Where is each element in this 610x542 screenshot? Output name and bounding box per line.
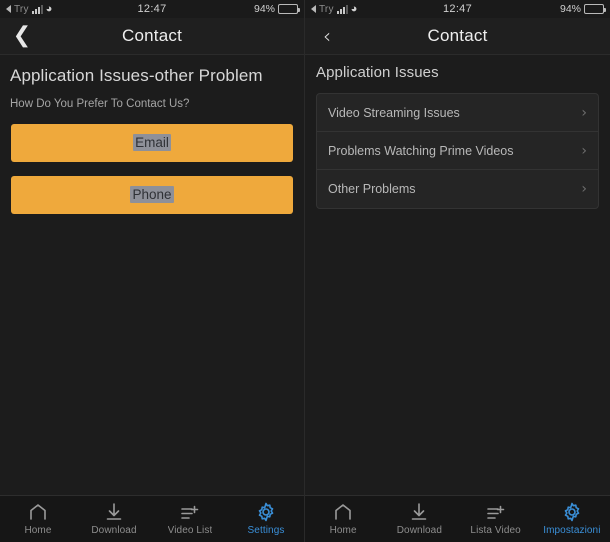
contact-preference-prompt: How Do You Prefer To Contact Us?	[10, 98, 190, 111]
tabbar-right: Home Download Lista Video Impostazioni	[305, 495, 610, 542]
tabbar-left: Home Download Video List Settings	[0, 495, 304, 542]
left-screen: Try ◕ 12:47 94% ❮ Contact Application Is…	[0, 0, 305, 542]
home-icon	[28, 502, 48, 522]
chevron-right-icon: ›	[581, 104, 587, 121]
back-button-right[interactable]: ‹	[305, 18, 349, 55]
email-button[interactable]: Email	[11, 124, 293, 163]
titlebar-right: ‹ Contact	[305, 18, 610, 55]
tab-settings-label-right: Impostazioni	[543, 525, 601, 536]
page-title-right: Contact	[427, 26, 488, 45]
battery-icon	[278, 4, 300, 14]
list-item-label: Other Problems	[328, 182, 416, 196]
page-title-left: Contact	[122, 26, 182, 45]
tab-video-list-left[interactable]: Video List	[152, 496, 228, 542]
list-item-label: Video Streaming Issues	[328, 105, 460, 120]
titlebar-left: ❮ Contact	[0, 18, 304, 55]
status-clock-right: 12:47	[442, 3, 473, 15]
issue-list: Video Streaming Issues › Problems Watchi…	[316, 93, 599, 209]
add-to-list-icon	[179, 502, 201, 522]
tab-download-left[interactable]: Download	[76, 496, 152, 542]
tab-settings-right[interactable]: Impostazioni	[534, 496, 610, 542]
tab-video-list-label-left: Video List	[167, 525, 213, 536]
tab-download-label-right: Download	[396, 525, 443, 536]
chevron-right-icon: ›	[581, 181, 587, 197]
tab-home-left[interactable]: Home	[0, 496, 76, 542]
tab-settings-label-left: Settings	[247, 525, 285, 536]
tab-settings-left[interactable]: Settings	[228, 496, 304, 542]
download-icon	[104, 502, 124, 522]
issue-heading-left: Application Issues-other Problem	[10, 66, 263, 85]
tab-download-right[interactable]: Download	[381, 496, 457, 542]
tab-video-list-label-right: Lista Video	[470, 525, 521, 536]
tab-video-list-right[interactable]: Lista Video	[458, 496, 534, 542]
status-bar-right: Try ◕ 12:47 94%	[305, 0, 610, 18]
status-bar-left: Try ◕ 12:47 94%	[0, 0, 304, 18]
tab-home-label-right: Home	[329, 525, 357, 536]
add-to-list-icon	[485, 502, 507, 522]
list-item[interactable]: Other Problems ›	[317, 170, 598, 208]
list-item-label: Problems Watching Prime Videos	[328, 143, 514, 158]
phone-button-label: Phone	[130, 186, 174, 204]
content-left: Application Issues-other Problem How Do …	[0, 55, 304, 495]
status-clock: 12:47	[137, 3, 167, 15]
back-button-left[interactable]: ❮	[0, 18, 44, 55]
right-screen: Try ◕ 12:47 94% ‹ Contact Application Is…	[305, 0, 610, 542]
tab-home-label-left: Home	[24, 525, 52, 536]
content-right: Application Issues Video Streaming Issue…	[305, 55, 610, 495]
issue-heading-right: Application Issues	[316, 64, 439, 81]
home-icon	[333, 502, 353, 522]
battery-icon	[584, 4, 606, 14]
tab-download-label-left: Download	[91, 525, 137, 536]
list-item[interactable]: Problems Watching Prime Videos ›	[317, 132, 598, 170]
list-item[interactable]: Video Streaming Issues ›	[317, 94, 598, 132]
gear-icon	[562, 502, 582, 522]
chevron-right-icon: ›	[581, 142, 587, 159]
tab-home-right[interactable]: Home	[305, 496, 381, 542]
gear-icon	[256, 502, 276, 522]
dual-screenshot-container: Try ◕ 12:47 94% ❮ Contact Application Is…	[0, 0, 610, 542]
email-button-label: Email	[133, 134, 171, 152]
download-icon	[409, 502, 429, 522]
phone-button[interactable]: Phone	[11, 176, 293, 215]
